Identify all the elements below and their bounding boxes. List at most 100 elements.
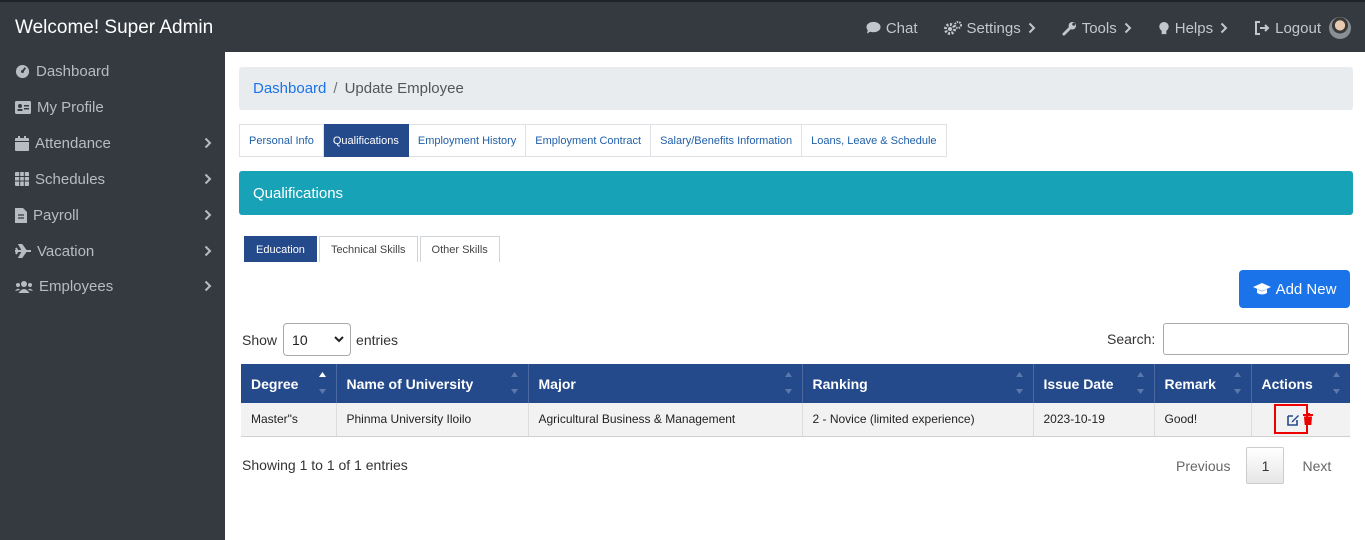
sidebar-item-dashboard[interactable]: Dashboard (15, 60, 215, 82)
chevron-right-icon (204, 173, 212, 185)
sidebar-item-vacation[interactable]: Vacation (15, 240, 215, 262)
sidebar-item-schedules[interactable]: Schedules (15, 168, 215, 190)
top-nav: Chat Settings Tools Helps Logout (866, 2, 1365, 54)
sidebar-item-payroll[interactable]: Payroll (15, 204, 215, 226)
chevron-right-icon (1028, 22, 1036, 34)
sort-icon (1136, 372, 1144, 394)
chevron-right-icon (1220, 22, 1228, 34)
tab-qualifications[interactable]: Qualifications (323, 124, 409, 157)
column-header-degree[interactable]: Degree (241, 364, 337, 403)
table-row: Master"s Phinma University Iloilo Agricu… (241, 403, 1350, 437)
entries-select-value: 10 (292, 331, 308, 348)
avatar[interactable] (1329, 17, 1351, 39)
breadcrumb-separator: / (333, 80, 338, 97)
chevron-right-icon (204, 245, 212, 257)
tab-employment-contract[interactable]: Employment Contract (526, 124, 652, 157)
sidebar-item-my-profile[interactable]: My Profile (15, 96, 215, 118)
table-icon (15, 172, 29, 186)
column-header-label: Degree (251, 375, 299, 392)
next-button[interactable]: Next (1302, 458, 1331, 474)
nav-chat[interactable]: Chat (866, 20, 918, 37)
cell-issue-date: 2023-10-19 (1033, 403, 1155, 437)
file-icon (15, 207, 27, 223)
column-header-label: Major (538, 375, 576, 392)
column-header-label: Actions (1261, 375, 1313, 392)
employee-tabs: Personal Info Qualifications Employment … (239, 124, 947, 157)
column-header-label: Remark (1164, 375, 1216, 392)
cell-major: Agricultural Business & Management (528, 403, 803, 437)
sidebar-item-label: Schedules (35, 170, 106, 188)
sort-icon (1333, 372, 1340, 394)
nav-tools[interactable]: Tools (1062, 20, 1132, 37)
logout-icon (1255, 21, 1270, 35)
cell-degree: Master"s (241, 403, 337, 437)
dashboard-icon (15, 64, 30, 78)
sidebar-item-label: Attendance (35, 134, 111, 152)
table-search: Search: (1107, 323, 1350, 355)
tab-personal-info[interactable]: Personal Info (239, 124, 324, 157)
lightbulb-icon (1159, 21, 1169, 34)
users-icon (15, 280, 33, 293)
subtab-other-skills[interactable]: Other Skills (419, 236, 500, 262)
wrench-icon (1062, 21, 1076, 36)
breadcrumb-dashboard-link[interactable]: Dashboard (253, 80, 326, 97)
sidebar: Dashboard My Profile Attendance Schedule… (0, 52, 225, 540)
sort-icon (1015, 372, 1023, 394)
edit-icon[interactable] (1286, 413, 1300, 426)
calendar-icon (15, 135, 29, 151)
column-header-label: Issue Date (1043, 375, 1114, 392)
previous-button[interactable]: Previous (1176, 458, 1230, 474)
subtab-technical-skills[interactable]: Technical Skills (318, 236, 418, 262)
nav-helps[interactable]: Helps (1158, 20, 1228, 37)
tab-loans-leave-schedule[interactable]: Loans, Leave & Schedule (802, 124, 947, 157)
trash-icon[interactable] (1302, 413, 1313, 425)
nav-settings-label: Settings (966, 19, 1021, 37)
page-1-button[interactable]: 1 (1246, 447, 1285, 484)
add-new-button[interactable]: Add New (1239, 270, 1350, 308)
column-header-remark[interactable]: Remark (1154, 364, 1252, 403)
search-input[interactable] (1163, 323, 1350, 355)
chevron-right-icon (1124, 22, 1132, 34)
nav-logout[interactable]: Logout (1254, 20, 1321, 37)
entries-select[interactable]: 10 (283, 323, 352, 356)
column-header-ranking[interactable]: Ranking (802, 364, 1034, 403)
column-header-label: Ranking (812, 375, 868, 392)
entries-length-control: Show 10 entries (242, 323, 398, 356)
show-label: Show (242, 331, 278, 348)
sidebar-item-employees[interactable]: Employees (15, 275, 215, 297)
sort-icon (784, 372, 792, 394)
chevron-right-icon (204, 209, 212, 221)
cogs-icon (943, 21, 962, 35)
sidebar-item-label: Dashboard (36, 62, 110, 80)
brand-title: Welcome! Super Admin (15, 17, 214, 38)
column-header-actions[interactable]: Actions (1251, 364, 1350, 403)
chevron-right-icon (204, 137, 212, 149)
column-header-university[interactable]: Name of University (336, 364, 529, 403)
table-header-row: Degree Name of University Major Ranking … (241, 364, 1350, 403)
chevron-down-icon (334, 336, 344, 343)
table-info: Showing 1 to 1 of 1 entries (242, 457, 408, 473)
cell-ranking: 2 - Novice (limited experience) (802, 403, 1034, 437)
add-new-label: Add New (1275, 280, 1337, 298)
pagination: Previous 1 Next (1160, 447, 1331, 484)
tab-employment-history[interactable]: Employment History (408, 124, 527, 157)
tab-salary-benefits[interactable]: Salary/Benefits Information (651, 124, 803, 157)
plane-icon (15, 244, 31, 258)
nav-logout-label: Logout (1275, 19, 1321, 37)
column-header-issue-date[interactable]: Issue Date (1033, 364, 1155, 403)
sidebar-item-label: My Profile (37, 98, 104, 116)
breadcrumb-current: Update Employee (344, 80, 464, 97)
chevron-right-icon (204, 280, 212, 292)
breadcrumb: Dashboard / Update Employee (239, 67, 1353, 110)
sidebar-item-attendance[interactable]: Attendance (15, 132, 215, 154)
sidebar-item-label: Payroll (33, 206, 79, 224)
column-header-major[interactable]: Major (528, 364, 803, 403)
subtab-education[interactable]: Education (244, 236, 317, 262)
sidebar-item-label: Employees (39, 277, 114, 295)
column-header-label: Name of University (346, 375, 474, 392)
nav-helps-label: Helps (1174, 19, 1214, 37)
nav-settings[interactable]: Settings (943, 19, 1036, 37)
sort-icon (1233, 372, 1241, 394)
id-card-icon (15, 100, 31, 114)
sort-icon (510, 372, 518, 394)
